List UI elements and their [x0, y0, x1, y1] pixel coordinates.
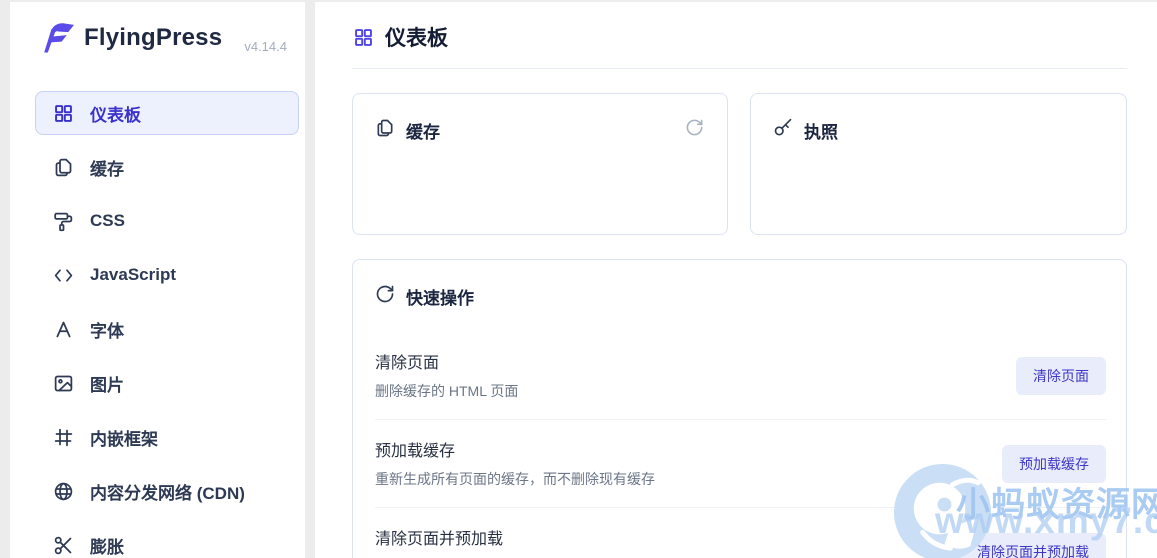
brand-version: v4.14.4	[244, 39, 287, 54]
paint-roller-icon	[53, 211, 74, 232]
key-icon	[773, 118, 793, 143]
sidebar-item-cdn[interactable]: 内容分发网络 (CDN)	[35, 469, 299, 513]
sidebar-item-javascript[interactable]: JavaScript	[35, 253, 299, 297]
sidebar-item-label: 内容分发网络 (CDN)	[90, 483, 245, 503]
cache-card: 缓存 1 页面已缓存	[352, 93, 728, 292]
sidebar-item-dashboard[interactable]: 仪表板	[35, 91, 299, 135]
quick-actions-icon	[375, 284, 395, 309]
sidebar-item-label: 内嵌框架	[90, 429, 158, 449]
action-description: 删除缓存的 HTML 页面	[375, 383, 519, 399]
refresh-icon[interactable]	[685, 118, 705, 138]
sidebar-item-label: 图片	[90, 375, 124, 395]
globe-icon	[53, 481, 74, 502]
brand-name: FlyingPress	[84, 24, 223, 51]
sidebar-item-label: 仪表板	[90, 105, 141, 125]
purge-and-preload-button[interactable]: 清除页面并预加载	[960, 532, 1106, 558]
action-description: 重新生成所有页面的缓存，而不删除现有缓存	[375, 471, 655, 487]
code-icon	[53, 265, 74, 286]
pages-icon	[375, 118, 395, 143]
sidebar-item-fonts[interactable]: 字体	[35, 307, 299, 351]
flyingpress-logo-icon	[44, 23, 74, 53]
sidebar-item-cache[interactable]: 缓存	[35, 145, 299, 189]
image-icon	[53, 373, 74, 394]
page-header: 仪表板	[353, 22, 448, 52]
header-divider	[352, 68, 1127, 69]
flyingpress-dashboard: FlyingPress v4.14.4 仪表板 缓存 CSS JavaScrip…	[0, 0, 1157, 558]
quick-actions-card: 快速操作 清除页面 删除缓存的 HTML 页面 清除页面 预加载缓存 重新生成所…	[352, 259, 1127, 558]
brand-header: FlyingPress v4.14.4	[10, 2, 305, 72]
action-row-purge-pages: 清除页面 删除缓存的 HTML 页面 清除页面	[375, 332, 1106, 419]
dashboard-grid-icon	[53, 103, 74, 124]
font-icon	[53, 319, 74, 340]
license-card-title: 执照	[804, 123, 838, 142]
quick-actions-title: 快速操作	[406, 289, 474, 308]
sidebar-item-label: 缓存	[90, 159, 124, 179]
sidebar-item-css[interactable]: CSS	[35, 199, 299, 243]
sidebar-item-label: 膨胀	[90, 537, 124, 557]
action-title: 清除页面	[375, 355, 440, 372]
quick-actions-list: 清除页面 删除缓存的 HTML 页面 清除页面 预加载缓存 重新生成所有页面的缓…	[375, 332, 1106, 558]
action-title: 预加载缓存	[375, 443, 456, 460]
frame-icon	[53, 427, 74, 448]
sidebar-nav: 仪表板 缓存 CSS JavaScript 字体 图片 内嵌框架 内容分发网络 …	[35, 91, 299, 558]
quick-actions-header: 快速操作	[375, 284, 474, 309]
preload-cache-button[interactable]: 预加载缓存	[1002, 444, 1106, 483]
main-content: 仪表板 缓存 1 页面已缓存	[315, 2, 1157, 558]
sidebar-item-bloat[interactable]: 膨胀	[35, 523, 299, 558]
dashboard-grid-icon	[353, 27, 374, 48]
action-row-purge-and-preload: 清除页面并预加载 删除缓存的 HTML 页面并重新生成缓存 清除页面并预加载	[375, 507, 1106, 558]
cache-card-header: 缓存	[375, 118, 440, 143]
sidebar-item-iframes[interactable]: 内嵌框架	[35, 415, 299, 459]
sidebar-item-label: JavaScript	[90, 265, 176, 284]
purge-pages-button[interactable]: 清除页面	[1016, 356, 1106, 395]
sidebar-item-images[interactable]: 图片	[35, 361, 299, 405]
license-card: 执照 地位 积极的	[750, 93, 1127, 307]
sidebar: FlyingPress v4.14.4 仪表板 缓存 CSS JavaScrip…	[10, 2, 305, 558]
cache-card-title: 缓存	[406, 123, 440, 142]
page-title: 仪表板	[385, 27, 448, 50]
action-row-preload-cache: 预加载缓存 重新生成所有页面的缓存，而不删除现有缓存 预加载缓存	[375, 419, 1106, 507]
sidebar-item-label: 字体	[90, 321, 124, 341]
license-card-header: 执照	[773, 118, 838, 143]
pages-icon	[53, 157, 74, 178]
sidebar-item-label: CSS	[90, 211, 125, 230]
scissors-icon	[53, 535, 74, 556]
